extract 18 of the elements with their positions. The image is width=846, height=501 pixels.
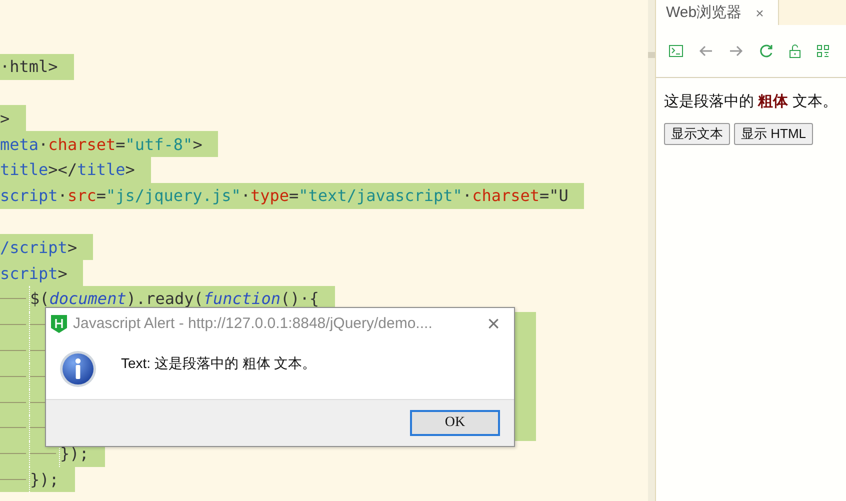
reload-icon[interactable]	[759, 44, 773, 58]
close-button[interactable]: ×	[473, 310, 514, 336]
page-button[interactable]: 显示文本	[664, 123, 730, 145]
unlocked-padlock-icon[interactable]	[789, 44, 801, 58]
forward-arrow-icon[interactable]	[729, 45, 743, 57]
back-arrow-icon[interactable]	[699, 45, 713, 57]
dialog-title: Javascript Alert - http://127.0.0.1:8848/jQuery/demo....	[73, 315, 434, 332]
scrollbar-thumb[interactable]	[648, 52, 655, 58]
page-button[interactable]: 显示 HTML	[734, 123, 813, 145]
browser-tab[interactable]: Web浏览器 ×	[656, 0, 779, 25]
alert-message: Text: 这是段落中的 粗体 文本。	[121, 355, 316, 373]
info-icon	[59, 350, 97, 388]
terminal-icon[interactable]	[669, 45, 683, 57]
paragraph-text: 这是段落中的 粗体 文本。	[664, 92, 838, 111]
ok-button[interactable]: OK	[410, 410, 500, 436]
tab-close-button[interactable]: ×	[756, 4, 764, 20]
app-logo-icon	[51, 314, 67, 332]
qr-code-icon[interactable]	[817, 45, 829, 57]
